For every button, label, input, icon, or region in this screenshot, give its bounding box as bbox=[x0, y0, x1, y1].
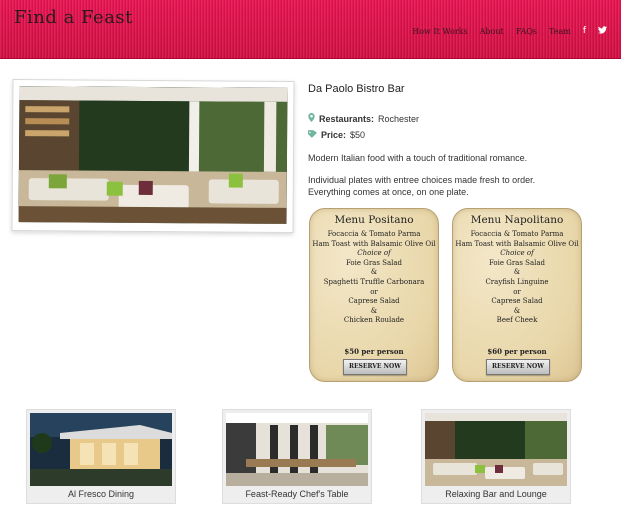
restaurant-details: Individual plates with entree choices ma… bbox=[308, 175, 536, 197]
nav-how-it-works[interactable]: How It Works bbox=[412, 27, 467, 36]
restaurant-price: Price: $50 bbox=[308, 130, 365, 140]
menu-item: Crayfish Linguine bbox=[485, 277, 549, 286]
site-logo[interactable]: Find a Feast bbox=[14, 7, 133, 28]
menu-item: Caprese Salad bbox=[491, 297, 543, 306]
price-tag-icon bbox=[308, 130, 317, 140]
menu-item: Focaccia & Tomato Parma bbox=[327, 230, 421, 238]
menu-items: Focaccia & Tomato Parma Ham Toast with B… bbox=[453, 230, 581, 326]
menu-item: Ham Toast with Balsamic Olive Oil bbox=[455, 239, 579, 248]
facebook-icon[interactable]: f bbox=[583, 26, 586, 36]
location-pin-icon bbox=[308, 113, 315, 124]
menu-item: or bbox=[370, 287, 378, 296]
menu-items: Focaccia & Tomato Parma Ham Toast with B… bbox=[310, 230, 438, 326]
menu-item: Chicken Roulade bbox=[343, 316, 405, 325]
menu-card-positano: Menu Positano Focaccia & Tomato Parma Ha… bbox=[309, 208, 439, 382]
gallery-image[interactable] bbox=[226, 413, 368, 486]
menu-item: & bbox=[370, 306, 378, 315]
menu-item: Spaghetti Truffle Carbonara bbox=[323, 277, 425, 286]
price-label: Price: bbox=[321, 130, 347, 140]
nav-team[interactable]: Team bbox=[549, 27, 571, 36]
menu-card-napolitano: Menu Napolitano Focaccia & Tomato Parma … bbox=[452, 208, 582, 382]
menu-item: or bbox=[513, 287, 521, 296]
restaurant-description: Modern Italian food with a touch of trad… bbox=[308, 153, 528, 163]
gallery-caption[interactable]: Al Fresco Dining bbox=[27, 489, 175, 499]
main-nav: How It Works About FAQs Team f bbox=[412, 26, 607, 36]
menu-item: Ham Toast with Balsamic Olive Oil bbox=[312, 239, 436, 248]
restaurants-label: Restaurants: bbox=[319, 113, 375, 124]
menu-item: Choice of bbox=[500, 249, 534, 258]
menu-title: Menu Napolitano bbox=[470, 214, 564, 226]
gallery-thumb-al-fresco[interactable]: Al Fresco Dining bbox=[26, 409, 176, 504]
gallery-thumb-chefs-table[interactable]: Feast-Ready Chef's Table bbox=[222, 409, 372, 504]
nav-faqs[interactable]: FAQs bbox=[516, 27, 537, 36]
menu-price: $50 per person bbox=[344, 347, 404, 356]
menu-item: & bbox=[370, 268, 378, 277]
menu-item: Focaccia & Tomato Parma bbox=[470, 230, 564, 238]
menu-item: Caprese Salad bbox=[348, 297, 400, 306]
site-header: Find a Feast How It Works About FAQs Tea… bbox=[0, 0, 621, 58]
restaurant-location: Restaurants: Rochester bbox=[308, 113, 419, 124]
menu-item: Foie Gras Salad bbox=[488, 258, 546, 267]
menu-item: Beef Cheek bbox=[496, 316, 538, 325]
menu-item: & bbox=[513, 268, 521, 277]
gallery-image[interactable] bbox=[30, 413, 172, 486]
menu-item: & bbox=[513, 306, 521, 315]
menu-price: $60 per person bbox=[487, 347, 547, 356]
menu-item: Foie Gras Salad bbox=[345, 258, 403, 267]
gallery-thumb-bar-lounge[interactable]: Relaxing Bar and Lounge bbox=[421, 409, 571, 504]
price-value: $50 bbox=[350, 130, 366, 140]
restaurants-value: Rochester bbox=[378, 113, 420, 124]
menu-item: Choice of bbox=[357, 249, 391, 258]
gallery-caption[interactable]: Feast-Ready Chef's Table bbox=[223, 489, 371, 499]
restaurant-photo bbox=[18, 86, 288, 224]
gallery-caption[interactable]: Relaxing Bar and Lounge bbox=[422, 489, 570, 499]
restaurant-name: Da Paolo Bistro Bar bbox=[308, 83, 405, 95]
nav-about[interactable]: About bbox=[480, 27, 504, 36]
restaurant-photo-frame bbox=[11, 79, 295, 233]
reserve-now-button[interactable]: RESERVE NOW bbox=[343, 359, 407, 375]
gallery-image[interactable] bbox=[425, 413, 567, 486]
twitter-icon[interactable] bbox=[598, 26, 607, 36]
menu-title: Menu Positano bbox=[334, 214, 414, 226]
reserve-now-button[interactable]: RESERVE NOW bbox=[486, 359, 550, 375]
